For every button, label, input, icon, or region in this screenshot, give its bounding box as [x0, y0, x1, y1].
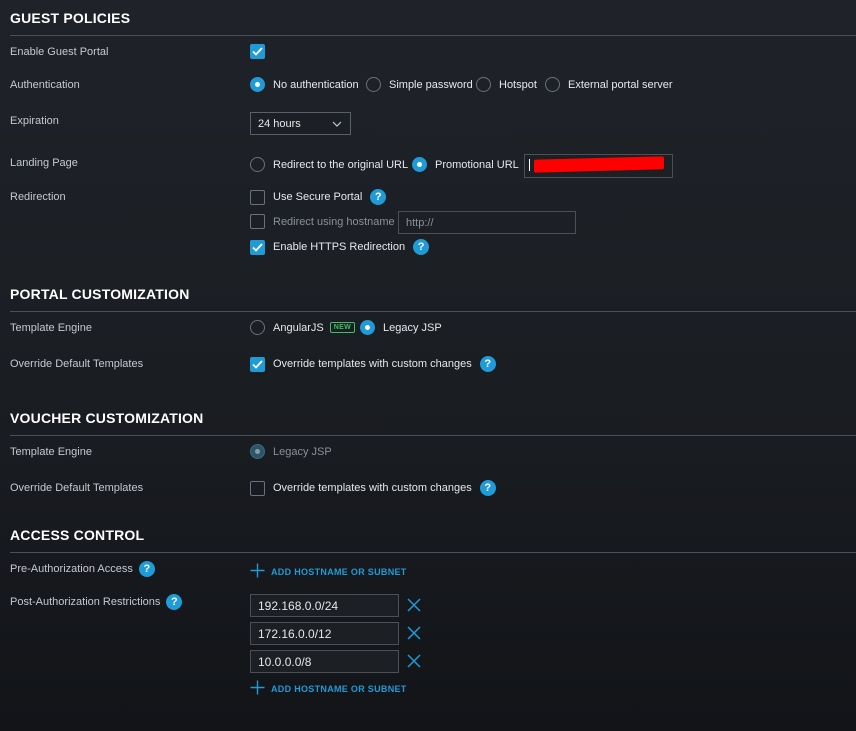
landing-option-label: Redirect to the original URL [273, 158, 409, 171]
text-cursor [529, 159, 530, 171]
auth-option-label: External portal server [568, 78, 673, 91]
auth-option-label: Simple password [389, 78, 473, 91]
expiration-select[interactable]: 24 hours [250, 112, 351, 135]
new-badge: NEW [329, 322, 355, 333]
auth-option-label: Hotspot [499, 78, 537, 91]
auth-option-hotspot[interactable]: Hotspot [476, 77, 537, 92]
authentication-label: Authentication [10, 79, 80, 91]
radio-selected [412, 157, 427, 172]
voucher-engine-legacy-jsp: Legacy JSP [250, 444, 332, 459]
checkmark-icon [250, 44, 265, 59]
auth-option-label: No authentication [273, 78, 359, 91]
question-mark-circle-icon[interactable]: ? [166, 594, 183, 610]
https-redirection-checkbox[interactable]: Enable HTTPS Redirection ? [250, 239, 430, 255]
redirect-hostname-checkbox[interactable]: Redirect using hostname [250, 214, 395, 229]
hostname-placeholder: http:// [406, 216, 434, 229]
radio-selected-disabled [250, 444, 265, 459]
engine-angularjs-label: AngularJS [273, 321, 324, 334]
post-authorization-label-row: Post-Authorization Restrictions ? [10, 594, 183, 610]
question-mark-circle-icon[interactable]: ? [370, 189, 387, 205]
auth-option-simple-password[interactable]: Simple password [366, 77, 473, 92]
x-close-icon[interactable] [405, 596, 423, 614]
restriction-input[interactable]: 172.16.0.0/12 [250, 622, 399, 645]
voucher-override-templates-checkbox[interactable]: Override templates with custom changes ? [250, 480, 496, 496]
auth-option-external-portal[interactable]: External portal server [545, 77, 673, 92]
section-divider [10, 311, 856, 312]
question-mark-circle-icon[interactable]: ? [479, 480, 496, 496]
checkbox-unchecked [250, 214, 265, 229]
portal-template-engine-label: Template Engine [10, 322, 92, 334]
section-title-guest-policies: GUEST POLICIES [10, 10, 131, 26]
pre-authorization-label: Pre-Authorization Access [10, 563, 133, 575]
radio-unselected [545, 77, 560, 92]
landing-page-label: Landing Page [10, 157, 78, 169]
use-secure-portal-label: Use Secure Portal [273, 191, 363, 203]
checkbox-unchecked [250, 480, 265, 496]
https-redirection-label: Enable HTTPS Redirection [273, 241, 406, 253]
voucher-override-text: Override templates with custom changes [273, 482, 472, 494]
redirect-hostname-input[interactable]: http:// [398, 211, 576, 234]
section-title-portal-customization: PORTAL CUSTOMIZATION [10, 286, 190, 302]
plus-icon [250, 563, 265, 580]
checkmark-icon [250, 239, 265, 255]
portal-engine-legacy-jsp[interactable]: Legacy JSP [360, 320, 442, 335]
add-pre-auth-hostname-button[interactable]: ADD HOSTNAME OR SUBNET [250, 563, 407, 580]
section-divider [10, 435, 856, 436]
post-authorization-label: Post-Authorization Restrictions [10, 596, 161, 608]
voucher-engine-legacy-label: Legacy JSP [273, 445, 332, 458]
radio-selected [250, 77, 265, 92]
section-divider [10, 35, 856, 36]
expiration-value: 24 hours [258, 117, 301, 130]
portal-override-text: Override templates with custom changes [273, 358, 472, 370]
add-hostname-label: ADD HOSTNAME OR SUBNET [271, 683, 407, 694]
voucher-template-engine-label: Template Engine [10, 446, 92, 458]
question-mark-circle-icon[interactable]: ? [413, 239, 430, 255]
radio-unselected [476, 77, 491, 92]
radio-unselected [366, 77, 381, 92]
plus-icon [250, 680, 265, 697]
section-title-voucher-customization: VOUCHER CUSTOMIZATION [10, 410, 204, 426]
checkbox-unchecked [250, 189, 265, 205]
add-post-auth-hostname-button[interactable]: ADD HOSTNAME OR SUBNET [250, 680, 407, 697]
portal-override-templates-checkbox[interactable]: Override templates with custom changes ? [250, 356, 496, 372]
redirection-label: Redirection [10, 191, 66, 203]
landing-option-label: Promotional URL [435, 158, 519, 171]
x-close-icon[interactable] [405, 624, 423, 642]
radio-selected [360, 320, 375, 335]
restriction-value: 10.0.0.0/8 [258, 654, 312, 669]
radio-unselected [250, 157, 265, 172]
radio-unselected [250, 320, 265, 335]
restriction-value: 172.16.0.0/12 [258, 626, 332, 641]
portal-override-templates-label: Override Default Templates [10, 358, 144, 370]
chevron-down-icon [332, 119, 342, 131]
pre-authorization-label-row: Pre-Authorization Access ? [10, 561, 155, 577]
voucher-override-templates-label: Override Default Templates [10, 482, 144, 494]
add-hostname-label: ADD HOSTNAME OR SUBNET [271, 566, 407, 577]
question-mark-circle-icon[interactable]: ? [138, 561, 155, 577]
restriction-value: 192.168.0.0/24 [258, 598, 339, 613]
restriction-input[interactable]: 192.168.0.0/24 [250, 594, 399, 617]
section-divider [10, 552, 856, 553]
expiration-label: Expiration [10, 115, 59, 127]
section-title-access-control: ACCESS CONTROL [10, 527, 145, 543]
restriction-input[interactable]: 10.0.0.0/8 [250, 650, 399, 673]
engine-legacy-label: Legacy JSP [383, 321, 442, 334]
use-secure-portal-checkbox[interactable]: Use Secure Portal ? [250, 189, 387, 205]
auth-option-no-authentication[interactable]: No authentication [250, 77, 359, 92]
checkmark-icon [250, 356, 265, 372]
question-mark-circle-icon[interactable]: ? [479, 356, 496, 372]
redirect-hostname-label: Redirect using hostname [273, 215, 395, 228]
enable-guest-portal-label: Enable Guest Portal [10, 46, 109, 58]
landing-option-original-url[interactable]: Redirect to the original URL [250, 157, 408, 172]
x-close-icon[interactable] [405, 652, 423, 670]
portal-engine-angularjs[interactable]: AngularJS NEW [250, 320, 355, 335]
landing-option-promotional-url[interactable]: Promotional URL [412, 157, 519, 172]
enable-guest-portal-checkbox[interactable] [250, 44, 265, 59]
